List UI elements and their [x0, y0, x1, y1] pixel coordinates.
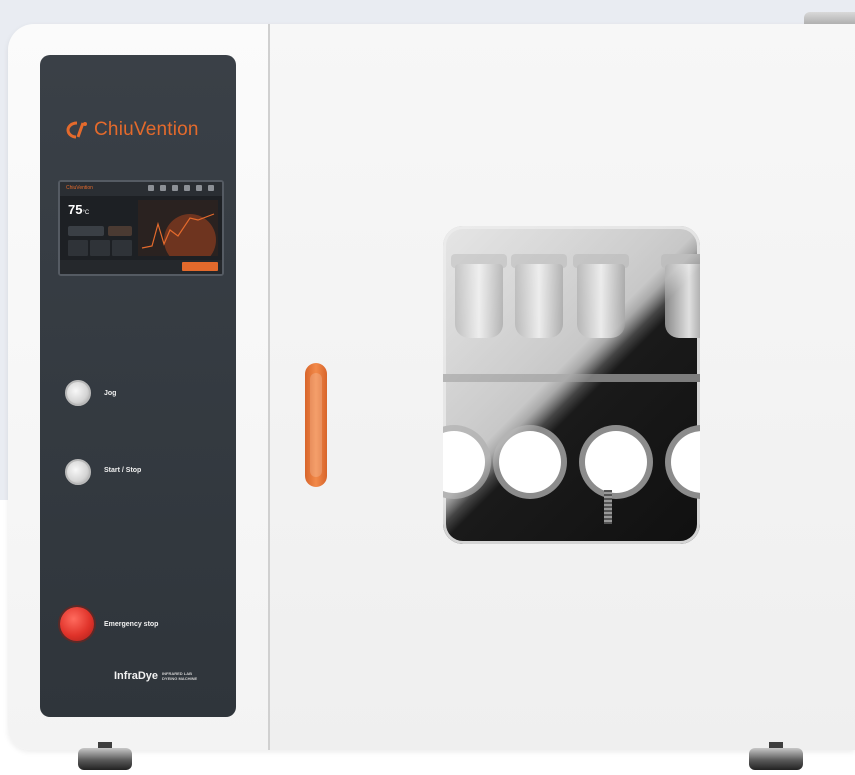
emergency-stop-button[interactable] — [60, 607, 94, 641]
screen-action-button[interactable] — [182, 262, 218, 271]
screen-stat-3 — [112, 240, 132, 256]
screen-download-icon[interactable] — [160, 185, 166, 191]
machine-foot — [78, 748, 132, 770]
emergency-stop-label: Emergency stop — [104, 621, 159, 628]
glass-reflection — [443, 226, 700, 544]
screen-settings-icon[interactable] — [184, 185, 190, 191]
product-subtitle: INFRARED LAB DYEING MACHINE — [162, 671, 198, 681]
product-label: InfraDye INFRARED LAB DYEING MACHINE — [114, 670, 202, 682]
screen-temperature-graph — [138, 200, 218, 256]
screen-temperature: 75°C — [68, 202, 90, 217]
screen-speed-button[interactable] — [108, 226, 132, 236]
screen-brand: ChiuVention — [66, 185, 93, 191]
brand-name: ChiuVention — [94, 119, 199, 140]
brand-logo: ChiuVention — [66, 118, 199, 142]
jog-button[interactable] — [65, 380, 91, 406]
screen-stat-2 — [90, 240, 110, 256]
brand-mark-icon — [66, 121, 88, 139]
screen-user-icon[interactable] — [172, 185, 178, 191]
screen-menu-icon[interactable] — [148, 185, 154, 191]
holder-spring — [604, 490, 612, 524]
screen-info-icon[interactable] — [196, 185, 202, 191]
start-stop-button[interactable] — [65, 459, 91, 485]
screen-mode-button[interactable] — [68, 226, 104, 236]
jog-label: Jog — [104, 390, 117, 397]
screen-language-icon[interactable] — [208, 185, 214, 191]
machine-foot — [749, 748, 803, 770]
screen-stat-1 — [68, 240, 88, 256]
viewing-window — [443, 226, 700, 544]
product-name: InfraDye — [114, 670, 159, 682]
door-handle[interactable] — [305, 363, 327, 487]
touch-screen[interactable]: ChiuVention 75°C — [58, 180, 224, 276]
door-seam — [268, 24, 270, 750]
start-stop-label: Start / Stop — [104, 467, 142, 474]
